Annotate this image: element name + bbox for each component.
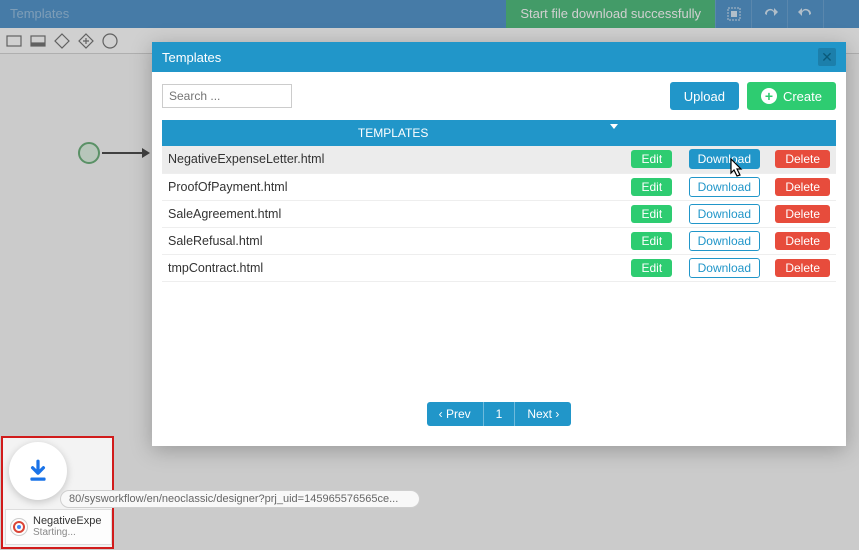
templates-modal: Templates ✕ Upload + Create TEMPLATES [152, 42, 846, 446]
column-header-label: TEMPLATES [358, 126, 428, 140]
download-button[interactable]: Download [689, 258, 760, 278]
upload-button[interactable]: Upload [670, 82, 739, 110]
table-row: tmpContract.html Edit Download Delete [162, 254, 836, 281]
pagination: ‹ Prev 1 Next › [162, 402, 836, 426]
download-chip[interactable]: NegativeExpe Starting... [5, 509, 112, 545]
column-header-delete [769, 120, 836, 146]
table-row: ProofOfPayment.html Edit Download Delete [162, 173, 836, 200]
template-name-cell: SaleAgreement.html [162, 200, 624, 227]
edit-button[interactable]: Edit [631, 178, 672, 196]
next-page-button[interactable]: Next › [515, 402, 571, 426]
delete-button[interactable]: Delete [775, 259, 830, 277]
template-name-cell: ProofOfPayment.html [162, 173, 624, 200]
search-input[interactable] [162, 84, 292, 108]
modal-close-button[interactable]: ✕ [818, 48, 836, 66]
download-bubble [9, 442, 67, 500]
column-header-templates[interactable]: TEMPLATES [162, 120, 624, 146]
column-header-download [679, 120, 769, 146]
delete-button[interactable]: Delete [775, 205, 830, 223]
delete-button[interactable]: Delete [775, 178, 830, 196]
plus-icon: + [761, 88, 777, 104]
table-row: SaleRefusal.html Edit Download Delete [162, 227, 836, 254]
modal-toolbar: Upload + Create [162, 82, 836, 110]
download-filename: NegativeExpe [33, 515, 102, 527]
url-bar: 80/sysworkflow/en/neoclassic/designer?pr… [60, 490, 420, 508]
template-name-cell: SaleRefusal.html [162, 227, 624, 254]
chrome-file-icon [10, 518, 28, 536]
table-row: NegativeExpenseLetter.html Edit Download De… [162, 146, 836, 173]
modal-header[interactable]: Templates ✕ [152, 42, 846, 72]
template-name-cell: tmpContract.html [162, 254, 624, 281]
template-name-cell: NegativeExpenseLetter.html [162, 146, 624, 173]
download-arrow-icon [25, 458, 51, 484]
prev-page-button[interactable]: ‹ Prev [427, 402, 483, 426]
edit-button[interactable]: Edit [631, 150, 672, 168]
download-button[interactable]: Download [689, 177, 760, 197]
sort-caret-icon [610, 124, 618, 129]
page-number[interactable]: 1 [483, 402, 516, 426]
download-button[interactable]: Download [689, 231, 760, 251]
edit-button[interactable]: Edit [631, 205, 672, 223]
download-chip-text: NegativeExpe Starting... [33, 515, 102, 539]
download-button[interactable]: Download [689, 204, 760, 224]
create-button[interactable]: + Create [747, 82, 836, 110]
close-icon: ✕ [821, 49, 833, 66]
edit-button[interactable]: Edit [631, 259, 672, 277]
create-label: Create [783, 89, 822, 104]
download-button[interactable]: Download [689, 149, 760, 169]
column-header-edit [624, 120, 679, 146]
edit-button[interactable]: Edit [631, 232, 672, 250]
delete-button[interactable]: Delete [775, 150, 830, 168]
table-row: SaleAgreement.html Edit Download Delete [162, 200, 836, 227]
modal-body: Upload + Create TEMPLATES Negative [152, 72, 846, 446]
download-highlight-box: 80/sysworkflow/en/neoclassic/designer?pr… [1, 436, 114, 549]
delete-button[interactable]: Delete [775, 232, 830, 250]
download-status: Starting... [33, 527, 102, 539]
modal-title: Templates [162, 50, 221, 65]
templates-table: TEMPLATES NegativeExpenseLetter.html Edit… [162, 120, 836, 282]
